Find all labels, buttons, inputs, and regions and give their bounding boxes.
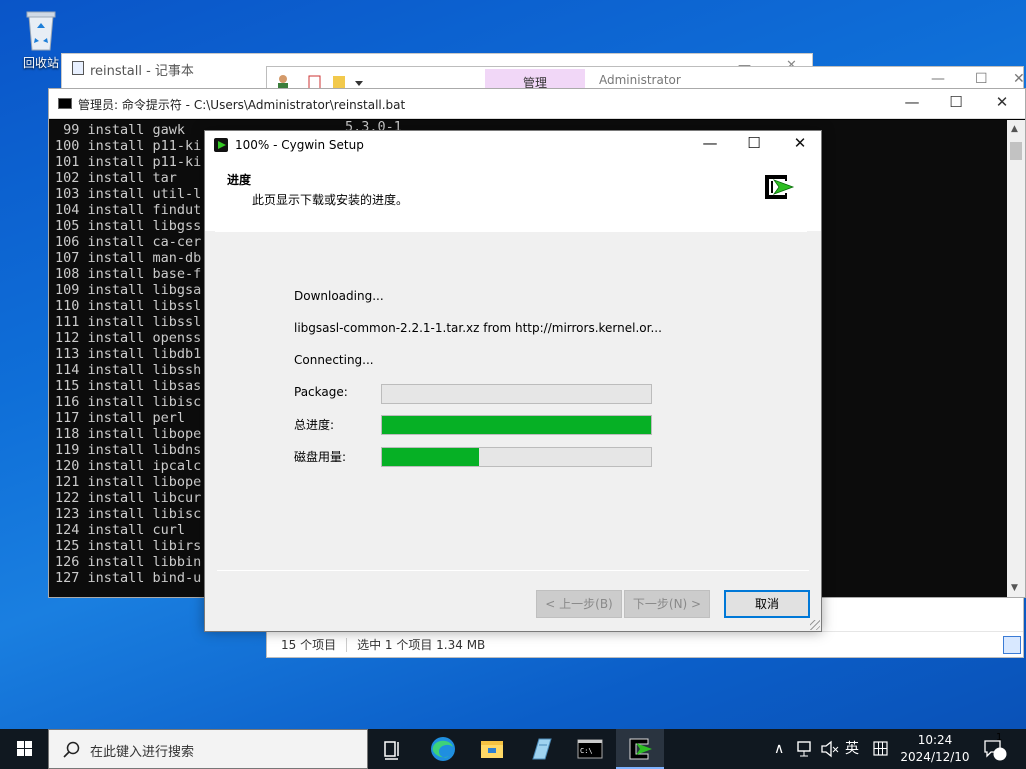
package-label: Package:: [294, 385, 348, 399]
ime-language-indicator[interactable]: 英: [845, 729, 859, 769]
total-progress-bar: [381, 415, 652, 435]
taskbar-cygwin-setup[interactable]: [616, 729, 664, 769]
search-placeholder: 在此键入进行搜索: [90, 745, 195, 760]
status-file: libgsasl-common-2.2.1-1.tar.xz from http…: [294, 321, 662, 335]
cmd-title: 管理员: 命令提示符 - C:\Users\Administrator\rein…: [78, 98, 406, 112]
taskbar-edge[interactable]: [419, 729, 467, 769]
notification-count: 1: [996, 732, 1003, 743]
status-selected: 选中 1 个项目 1.34 MB: [357, 638, 486, 652]
taskbar-notepad[interactable]: [517, 729, 565, 769]
volume-muted-icon[interactable]: [820, 729, 840, 769]
details-view-icon[interactable]: [1003, 636, 1021, 654]
total-progress-label: 总进度:: [294, 418, 335, 432]
search-icon: [63, 741, 80, 758]
recycle-bin-icon: [21, 6, 61, 52]
status-downloading: Downloading...: [294, 289, 384, 303]
close-icon[interactable]: ✕: [979, 93, 1025, 111]
notepad-title: reinstall - 记事本: [90, 64, 194, 79]
scroll-down-icon[interactable]: ▼: [1011, 583, 1018, 593]
task-view-button[interactable]: [369, 729, 417, 769]
maximize-icon[interactable]: ☐: [933, 93, 979, 111]
disk-usage-bar: [381, 447, 652, 467]
taskbar-cmd[interactable]: C:\: [566, 729, 614, 769]
cygwin-titlebar[interactable]: 100% - Cygwin Setup — ☐ ✕: [205, 131, 821, 159]
cmd-app-icon: C:\: [577, 739, 603, 759]
system-clock[interactable]: 10:24 2024/12/10: [895, 732, 975, 766]
svg-text:C:\: C:\: [580, 747, 593, 755]
cygwin-logo-icon: [765, 175, 795, 199]
network-icon[interactable]: [796, 729, 814, 769]
notification-center-icon[interactable]: 1: [982, 729, 1010, 769]
console-scrollbar[interactable]: ▲ ▼: [1007, 120, 1025, 597]
footer-divider: [217, 570, 809, 571]
header-divider: [215, 231, 807, 232]
ime-mode-grid-icon[interactable]: [872, 729, 890, 769]
back-button[interactable]: < 上一步(B): [536, 590, 622, 618]
cmd-icon: [58, 98, 72, 109]
edge-browser-icon: [431, 737, 455, 761]
maximize-icon[interactable]: ☐: [975, 71, 988, 87]
windows-logo-icon: [17, 741, 32, 756]
clock-time: 10:24: [917, 733, 953, 747]
disk-usage-label: 磁盘用量:: [294, 450, 347, 464]
recycle-bin-label: 回收站: [22, 56, 59, 70]
taskbar: 在此键入进行搜索 C:\ ∧ 英 10:24 2024/12/10 1: [0, 729, 1026, 769]
resize-grip-icon[interactable]: [810, 620, 820, 630]
taskbar-search-box[interactable]: 在此键入进行搜索: [48, 729, 368, 769]
cygwin-title: 100% - Cygwin Setup: [235, 138, 364, 152]
page-title: 进度: [227, 173, 252, 187]
status-connecting: Connecting...: [294, 353, 374, 367]
cmd-titlebar[interactable]: 管理员: 命令提示符 - C:\Users\Administrator\rein…: [49, 89, 1025, 119]
scroll-thumb[interactable]: [1010, 142, 1022, 160]
minimize-icon[interactable]: —: [687, 134, 733, 152]
clock-date: 2024/12/10: [900, 750, 970, 764]
cancel-button[interactable]: 取消: [724, 590, 810, 618]
start-button[interactable]: [0, 729, 48, 769]
close-icon[interactable]: ✕: [777, 134, 823, 152]
maximize-icon[interactable]: ☐: [731, 134, 777, 152]
folder-icon: [481, 741, 503, 758]
show-hidden-icons-chevron-up-icon[interactable]: ∧: [774, 729, 784, 769]
status-item-count: 15 个项目: [281, 638, 337, 652]
explorer-status-bar: 15 个项目 选中 1 个项目 1.34 MB: [267, 631, 1023, 657]
scroll-up-icon[interactable]: ▲: [1011, 124, 1018, 134]
package-progress-bar: [381, 384, 652, 404]
cygwin-icon: [214, 138, 228, 152]
page-subtitle: 此页显示下载或安装的进度。: [252, 193, 409, 207]
task-view-icon: [384, 741, 399, 760]
cygwin-setup-dialog[interactable]: 100% - Cygwin Setup — ☐ ✕ 进度 此页显示下载或安装的进…: [204, 130, 822, 632]
notepad-icon: [72, 61, 84, 75]
taskbar-file-explorer[interactable]: [468, 729, 516, 769]
cygwin-app-icon: [629, 738, 652, 760]
close-icon[interactable]: ✕: [1013, 71, 1025, 87]
recycle-bin-desktop-icon[interactable]: 回收站: [14, 6, 68, 71]
next-button[interactable]: 下一步(N) >: [624, 590, 710, 618]
wizard-header: 进度 此页显示下载或安装的进度。: [205, 159, 821, 231]
explorer-location: Administrator: [599, 73, 681, 87]
minimize-icon[interactable]: —: [889, 93, 935, 111]
notepad-app-icon: [532, 738, 552, 760]
minimize-icon[interactable]: —: [931, 71, 945, 87]
